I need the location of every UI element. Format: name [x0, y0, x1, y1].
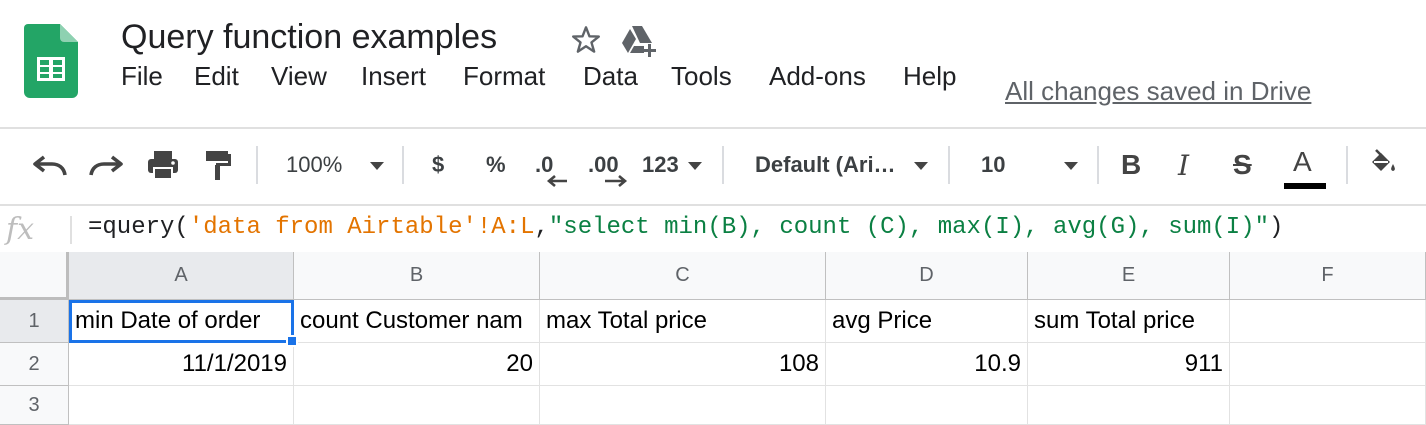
zoom-value: 100% — [286, 152, 343, 177]
google-sheets-logo[interactable] — [24, 24, 78, 98]
cell-f2[interactable] — [1230, 343, 1426, 386]
font-size-dropdown-icon[interactable] — [1064, 162, 1078, 170]
toolbar-separator — [402, 146, 404, 184]
cell-c2[interactable]: 108 — [540, 343, 826, 386]
cell-a3[interactable] — [69, 386, 294, 425]
cell-b2[interactable]: 20 — [294, 343, 540, 386]
bold-button[interactable]: B — [1121, 143, 1141, 187]
cell-a1[interactable]: min Date of order — [69, 300, 294, 343]
font-family-value: Default (Ari… — [755, 152, 896, 177]
formula-suffix: ) — [1269, 214, 1284, 241]
row-header-1[interactable]: 1 — [0, 300, 69, 343]
more-formats-label: 123 — [642, 152, 679, 177]
toolbar-separator — [948, 146, 950, 184]
cell-d2[interactable]: 10.9 — [826, 343, 1028, 386]
cell-e2[interactable]: 911 — [1028, 343, 1230, 386]
column-header-e[interactable]: E — [1028, 252, 1230, 300]
fill-handle[interactable] — [286, 335, 298, 347]
menu-data[interactable]: Data — [583, 61, 638, 92]
menu-view[interactable]: View — [271, 61, 327, 92]
add-to-drive-icon[interactable] — [620, 24, 658, 58]
bold-label: B — [1121, 149, 1142, 180]
redo-icon[interactable] — [88, 152, 124, 180]
formula-input[interactable]: =query('data from Airtable'!A:L,"select … — [88, 214, 1283, 241]
cell-d1[interactable]: avg Price — [826, 300, 1028, 343]
zoom-dropdown-icon[interactable] — [370, 162, 384, 170]
menu-insert[interactable]: Insert — [361, 61, 426, 92]
italic-button[interactable]: I — [1178, 143, 1189, 187]
percent-label: % — [486, 152, 506, 177]
menu-add-ons[interactable]: Add-ons — [769, 61, 866, 92]
cell-c3[interactable] — [540, 386, 826, 425]
toolbar-separator — [1097, 146, 1099, 184]
text-color-label: A — [1293, 146, 1312, 177]
zoom-select[interactable]: 100% — [286, 143, 342, 187]
cell-b3[interactable] — [294, 386, 540, 425]
text-color-swatch — [1284, 183, 1326, 189]
cell-a2[interactable]: 11/1/2019 — [69, 343, 294, 386]
undo-icon[interactable] — [32, 152, 68, 180]
menu-edit[interactable]: Edit — [194, 61, 239, 92]
star-icon[interactable] — [570, 24, 602, 56]
formula-prefix: =query( — [88, 214, 189, 241]
fill-color-icon[interactable] — [1366, 148, 1398, 178]
column-header-f[interactable]: F — [1230, 252, 1426, 300]
cell-f3[interactable] — [1230, 386, 1426, 425]
column-header-b[interactable]: B — [294, 252, 540, 300]
document-title[interactable]: Query function examples — [121, 18, 497, 57]
cell-d3[interactable] — [826, 386, 1028, 425]
arrow-left-icon — [546, 175, 567, 187]
cell-e3[interactable] — [1028, 386, 1230, 425]
menu-help[interactable]: Help — [903, 61, 956, 92]
formula-query-string: "select min(B), count (C), max(I), avg(G… — [548, 214, 1270, 241]
cell-f1[interactable] — [1230, 300, 1426, 343]
more-formats-button[interactable]: 123 — [642, 143, 679, 187]
toolbar-separator — [1346, 146, 1348, 184]
header-divider — [0, 127, 1426, 129]
paint-format-icon[interactable] — [204, 148, 232, 182]
formula-bar: fx =query('data from Airtable'!A:L,"sele… — [0, 204, 1426, 254]
strikethrough-label: S — [1233, 149, 1252, 180]
column-header-c[interactable]: C — [540, 252, 826, 300]
save-status-link[interactable]: All changes saved in Drive — [1005, 76, 1311, 107]
formula-range: 'data from Airtable'!A:L — [188, 214, 535, 241]
row-header-3[interactable]: 3 — [0, 386, 69, 425]
text-color-button[interactable]: A — [1293, 140, 1312, 184]
menu-file[interactable]: File — [121, 61, 163, 92]
more-formats-dropdown-icon[interactable] — [688, 162, 702, 170]
arrow-right-icon — [605, 175, 628, 187]
currency-label: $ — [432, 152, 445, 177]
font-size-select[interactable]: 10 — [981, 143, 1005, 187]
currency-format-button[interactable]: $ — [432, 143, 444, 187]
formula-comma: , — [534, 214, 549, 241]
toolbar-separator — [256, 146, 258, 184]
select-all-corner[interactable] — [0, 252, 69, 300]
italic-label: I — [1178, 148, 1190, 182]
cell-c1[interactable]: max Total price — [540, 300, 826, 343]
spreadsheet-grid: A B C D E F 1 2 3 min Date of order coun… — [0, 252, 1426, 425]
percent-format-button[interactable]: % — [486, 143, 506, 187]
font-family-select[interactable]: Default (Ari… — [755, 143, 896, 187]
font-size-value: 10 — [981, 152, 1006, 177]
column-header-d[interactable]: D — [826, 252, 1028, 300]
menu-tools[interactable]: Tools — [671, 61, 732, 92]
strikethrough-button[interactable]: S — [1233, 143, 1252, 187]
column-header-a[interactable]: A — [69, 252, 294, 300]
toolbar-separator — [722, 146, 724, 184]
cell-e1[interactable]: sum Total price — [1028, 300, 1230, 343]
print-icon[interactable] — [146, 148, 180, 182]
font-family-dropdown-icon[interactable] — [914, 162, 928, 170]
fx-icon: fx — [6, 212, 35, 247]
cell-b1[interactable]: count Customer nam — [294, 300, 540, 343]
row-header-2[interactable]: 2 — [0, 343, 69, 386]
formula-bar-separator — [70, 216, 72, 244]
menu-format[interactable]: Format — [463, 61, 545, 92]
